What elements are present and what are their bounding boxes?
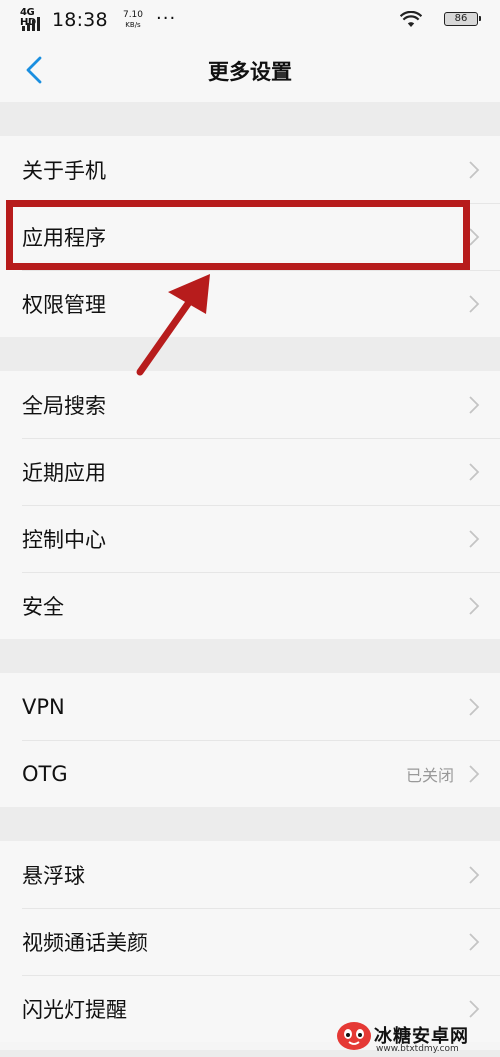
clock: 18:38 (52, 9, 108, 31)
settings-list: 关于手机 应用程序 权限管理 全局搜索 近期应用 控制中心 安全 VPN OTG… (0, 102, 500, 1042)
row-security[interactable]: 安全 (0, 572, 500, 639)
battery-icon: 86 (444, 12, 481, 26)
chevron-right-icon (469, 395, 480, 414)
chevron-right-icon (469, 697, 480, 716)
signal-icon (22, 17, 40, 31)
chevron-right-icon (469, 596, 480, 615)
row-label: 安全 (22, 594, 64, 619)
row-recent-apps[interactable]: 近期应用 (0, 438, 500, 505)
row-permission-management[interactable]: 权限管理 (0, 270, 500, 337)
row-label: 应用程序 (22, 225, 106, 250)
row-label: OTG (22, 761, 68, 786)
row-otg[interactable]: OTG 已关闭 (0, 740, 500, 807)
row-control-center[interactable]: 控制中心 (0, 505, 500, 572)
network-speed: 7.10 KB/s (122, 10, 144, 30)
chevron-right-icon (469, 529, 480, 548)
chevron-right-icon (469, 932, 480, 951)
settings-group-2: 全局搜索 近期应用 控制中心 安全 (0, 371, 500, 639)
wifi-icon (400, 11, 422, 27)
row-about-phone[interactable]: 关于手机 (0, 136, 500, 203)
row-label: 近期应用 (22, 460, 106, 485)
row-global-search[interactable]: 全局搜索 (0, 371, 500, 438)
row-video-call-beauty[interactable]: 视频通话美颜 (0, 908, 500, 975)
chevron-right-icon (469, 865, 480, 884)
row-applications[interactable]: 应用程序 (0, 203, 500, 270)
settings-group-1: 关于手机 应用程序 权限管理 (0, 136, 500, 337)
network-speed-unit: KB/s (125, 21, 141, 29)
bottom-strip (0, 1050, 500, 1057)
chevron-right-icon (469, 764, 480, 783)
chevron-right-icon (469, 462, 480, 481)
row-label: 闪光灯提醒 (22, 997, 127, 1022)
row-value: 已关闭 (405, 765, 454, 785)
title-bar: 更多设置 (0, 40, 500, 102)
group-gap (0, 337, 500, 371)
status-bar: 4G HD 18:38 7.10 KB/s ··· 86 (0, 0, 500, 40)
chevron-right-icon (469, 227, 480, 246)
settings-group-4: 悬浮球 视频通话美颜 闪光灯提醒 (0, 841, 500, 1042)
settings-group-3: VPN OTG 已关闭 (0, 673, 500, 807)
row-flash-reminder[interactable]: 闪光灯提醒 (0, 975, 500, 1042)
group-gap (0, 639, 500, 673)
row-label: VPN (22, 694, 65, 719)
row-label: 权限管理 (22, 292, 106, 317)
group-gap (0, 807, 500, 841)
row-floating-ball[interactable]: 悬浮球 (0, 841, 500, 908)
chevron-right-icon (469, 999, 480, 1018)
row-label: 关于手机 (22, 158, 106, 183)
row-label: 全局搜索 (22, 393, 106, 418)
row-vpn[interactable]: VPN (0, 673, 500, 740)
network-speed-value: 7.10 (122, 10, 144, 20)
chevron-right-icon (469, 160, 480, 179)
page-title: 更多设置 (208, 60, 292, 84)
more-notifications-icon: ··· (156, 8, 177, 29)
chevron-right-icon (469, 294, 480, 313)
row-label: 视频通话美颜 (22, 930, 148, 955)
group-gap (0, 102, 500, 136)
row-label: 控制中心 (22, 527, 106, 552)
row-label: 悬浮球 (22, 863, 85, 888)
